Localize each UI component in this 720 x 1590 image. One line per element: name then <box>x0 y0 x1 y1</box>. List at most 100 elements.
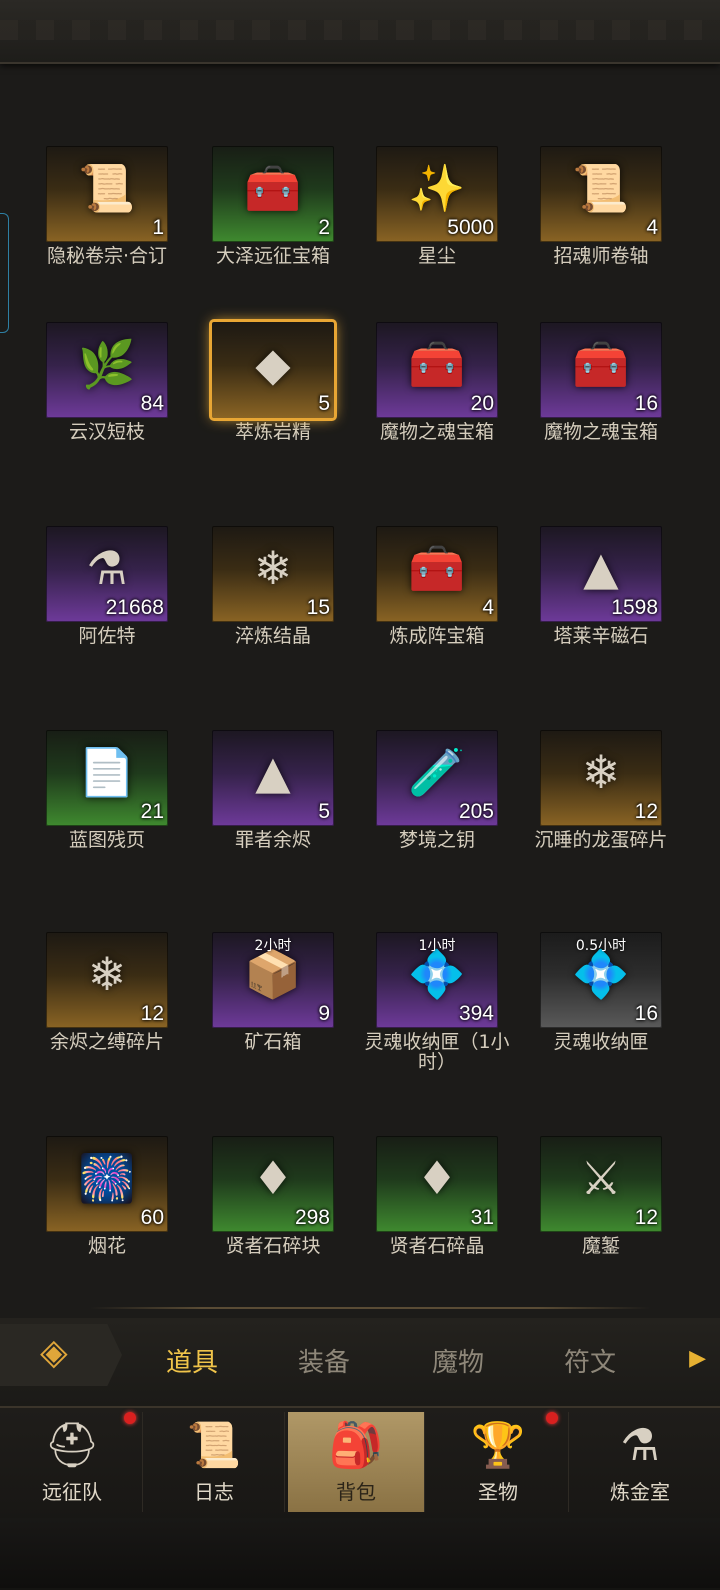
item-count: 31 <box>470 1206 494 1229</box>
item-name: 云汉短枝 <box>68 421 145 443</box>
inventory-item[interactable]: ▲ 5 罪者余烬 <box>190 730 356 850</box>
item-slot[interactable]: 🧰 16 <box>540 322 662 418</box>
inventory-item[interactable]: 🧪 205 梦境之钥 <box>354 730 520 850</box>
inventory-item[interactable]: 📄 21 蓝图残页 <box>24 730 190 850</box>
nav-backpack[interactable]: 🎒 背包 <box>288 1412 425 1512</box>
item-slot[interactable]: 💠 0.5小时 16 <box>540 932 662 1028</box>
tab-items[interactable]: 道具 <box>166 1342 218 1379</box>
frame-ornament <box>0 20 720 40</box>
item-count: 4 <box>646 216 658 239</box>
tab-equipment[interactable]: 装备 <box>298 1342 350 1379</box>
item-name: 阿佐特 <box>78 625 136 647</box>
item-slot[interactable]: 🎆 60 <box>46 1136 168 1232</box>
item-slot[interactable]: 🧰 20 <box>376 322 498 418</box>
item-slot[interactable]: ❄ 15 <box>212 526 334 622</box>
inventory-item[interactable]: ▲ 1598 塔莱辛磁石 <box>518 526 684 646</box>
nav-relics-label: 圣物 <box>478 1480 518 1504</box>
item-slot[interactable]: ♦ 298 <box>212 1136 334 1232</box>
crate-icon: 📦 <box>244 947 302 1002</box>
branch-icon: 🌿 <box>78 337 136 392</box>
gem-icon: ♦ <box>252 1151 294 1206</box>
item-count: 5 <box>318 392 330 415</box>
inventory-item[interactable]: 💠 0.5小时 16 灵魂收纳匣 <box>518 932 684 1052</box>
chest-icon: 🧰 <box>408 337 466 392</box>
inventory-item[interactable]: 🧰 20 魔物之魂宝箱 <box>354 322 520 442</box>
inventory-item[interactable]: 💠 1小时 394 灵魂收纳匣（1小时） <box>354 932 520 1072</box>
inventory-item[interactable]: 🌿 84 云汉短枝 <box>24 322 190 442</box>
inventory-item[interactable]: ❄ 12 余烬之缚碎片 <box>24 932 190 1052</box>
side-drawer-handle[interactable] <box>0 213 9 333</box>
casket-icon: 💠 <box>408 947 466 1002</box>
item-slot[interactable]: ▲ 1598 <box>540 526 662 622</box>
item-slot[interactable]: ❄ 12 <box>540 730 662 826</box>
item-name: 罪者余烬 <box>234 829 311 851</box>
item-slot[interactable]: 📦 2小时 9 <box>212 932 334 1028</box>
chest-icon: 🧰 <box>408 541 466 596</box>
item-slot[interactable]: 📄 21 <box>46 730 168 826</box>
item-name: 灵魂收纳匣 <box>553 1031 649 1053</box>
item-slot[interactable]: ❄ 12 <box>46 932 168 1028</box>
inventory-item[interactable]: 🎆 60 烟花 <box>24 1136 190 1256</box>
inventory-item[interactable]: 🧰 4 炼成阵宝箱 <box>354 526 520 646</box>
inventory-item[interactable]: ⚗ 21668 阿佐特 <box>24 526 190 646</box>
item-count: 12 <box>634 800 658 823</box>
item-slot[interactable]: 🧰 4 <box>376 526 498 622</box>
item-slot[interactable]: 📜 4 <box>540 146 662 242</box>
inventory-item[interactable]: ❄ 12 沉睡的龙蛋碎片 <box>518 730 684 850</box>
item-name: 魔物之魂宝箱 <box>543 421 658 443</box>
item-slot[interactable]: ◆ 5 <box>209 319 337 421</box>
item-name: 隐秘卷宗·合订 <box>46 245 168 267</box>
item-count: 16 <box>634 392 658 415</box>
item-slot[interactable]: ✨ 5000 <box>376 146 498 242</box>
inventory-item[interactable]: ♦ 31 贤者石碎晶 <box>354 1136 520 1256</box>
item-slot[interactable]: ⚔ 12 <box>540 1136 662 1232</box>
item-name: 贤者石碎晶 <box>389 1235 485 1257</box>
item-name: 淬炼结晶 <box>234 625 311 647</box>
expedition-notification-badge <box>124 1412 136 1424</box>
item-name: 炼成阵宝箱 <box>389 625 485 647</box>
nav-relics[interactable]: 🏆 圣物 <box>428 1412 569 1512</box>
inventory-item[interactable]: 📜 4 招魂师卷轴 <box>518 146 684 266</box>
nav-journal[interactable]: 📜 日志 <box>144 1412 285 1512</box>
stone-icon: ▲ <box>583 541 619 596</box>
item-name: 星尘 <box>417 245 456 267</box>
item-slot[interactable]: 📜 1 <box>46 146 168 242</box>
item-count: 205 <box>458 800 494 823</box>
item-slot[interactable]: ♦ 31 <box>376 1136 498 1232</box>
inventory-item[interactable]: ⚔ 12 魔錾 <box>518 1136 684 1256</box>
inventory-item[interactable]: ❄ 15 淬炼结晶 <box>190 526 356 646</box>
item-count: 84 <box>140 392 164 415</box>
chest-icon: 🧰 <box>572 337 630 392</box>
item-slot[interactable]: ⚗ 21668 <box>46 526 168 622</box>
inventory-item[interactable]: 📦 2小时 9 矿石箱 <box>190 932 356 1052</box>
item-slot[interactable]: ▲ 5 <box>212 730 334 826</box>
scroll-icon: 📜 <box>78 161 136 216</box>
inventory-item[interactable]: 🧰 16 魔物之魂宝箱 <box>518 322 684 442</box>
inventory-item[interactable]: ◆ 5 萃炼岩精 <box>190 319 356 442</box>
back-button[interactable]: ◈ <box>0 1324 122 1386</box>
item-name: 魔錾 <box>581 1235 620 1257</box>
item-name: 梦境之钥 <box>398 829 475 851</box>
item-slot[interactable]: 🧪 205 <box>376 730 498 826</box>
nav-expedition-label: 远征队 <box>42 1480 102 1504</box>
item-timer: 0.5小时 <box>575 938 627 954</box>
inventory-item[interactable]: 🧰 2 大泽远征宝箱 <box>190 146 356 266</box>
inventory-item[interactable]: ♦ 298 贤者石碎块 <box>190 1136 356 1256</box>
bottom-frame <box>0 1518 720 1588</box>
inventory-item[interactable]: 📜 1 隐秘卷宗·合订 <box>24 146 190 266</box>
item-slot[interactable]: 🌿 84 <box>46 322 168 418</box>
chalice-icon: 🏆 <box>470 1420 526 1471</box>
tab-runes[interactable]: 符文 <box>564 1342 616 1379</box>
item-name: 招魂师卷轴 <box>553 245 649 267</box>
tab-divider <box>90 1307 650 1309</box>
nav-expedition[interactable]: ⛑ 远征队 <box>2 1412 143 1512</box>
ash-icon: ▲ <box>255 745 291 800</box>
next-tab-arrow-icon[interactable]: ▶ <box>689 1346 706 1371</box>
item-name: 塔莱辛磁石 <box>553 625 649 647</box>
top-frame <box>0 0 720 64</box>
nav-alchemy[interactable]: ⚗ 炼金室 <box>570 1412 710 1512</box>
item-slot[interactable]: 🧰 2 <box>212 146 334 242</box>
item-slot[interactable]: 💠 1小时 394 <box>376 932 498 1028</box>
tab-monsters[interactable]: 魔物 <box>432 1342 484 1379</box>
inventory-item[interactable]: ✨ 5000 星尘 <box>354 146 520 266</box>
